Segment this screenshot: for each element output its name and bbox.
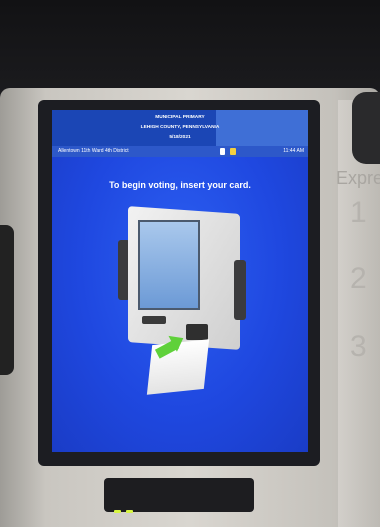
side-panel: [338, 100, 380, 527]
election-header: MUNICIPAL PRIMARY LEHIGH COUNTY, PENNSYL…: [52, 110, 308, 146]
info-bar: Allentown 11th Ward 4th District 11:44 A…: [52, 146, 308, 157]
election-date: 5/18/2021: [169, 135, 191, 140]
illustration-card-reader: [186, 324, 208, 340]
election-county: LEHIGH COUNTY, PENNSYLVANIA: [140, 125, 220, 130]
step-number-3: 3: [350, 330, 367, 363]
touchscreen[interactable]: MUNICIPAL PRIMARY LEHIGH COUNTY, PENNSYL…: [52, 110, 308, 452]
instruction-text: To begin voting, insert your card.: [109, 180, 251, 190]
district-label: Allentown 11th Ward 4th District: [58, 148, 129, 154]
illustration-screen: [138, 220, 200, 310]
illustration-printer-slot: [142, 316, 166, 324]
status-led-2: [126, 510, 133, 513]
clock: 11:44 AM: [283, 148, 304, 154]
step-number-1: 1: [350, 196, 367, 229]
card-slot[interactable]: [104, 478, 254, 512]
printer-icon: [220, 148, 225, 155]
illustration-bumper-right: [234, 260, 246, 320]
brand-text: Expre: [336, 168, 380, 188]
status-led-1: [114, 510, 121, 513]
lock-icon: [230, 148, 236, 155]
election-title: MUNICIPAL PRIMARY: [155, 115, 205, 120]
step-number-2: 2: [350, 262, 367, 295]
side-handle: [0, 225, 14, 375]
headphone-jack: [352, 92, 380, 164]
background: [0, 0, 380, 95]
